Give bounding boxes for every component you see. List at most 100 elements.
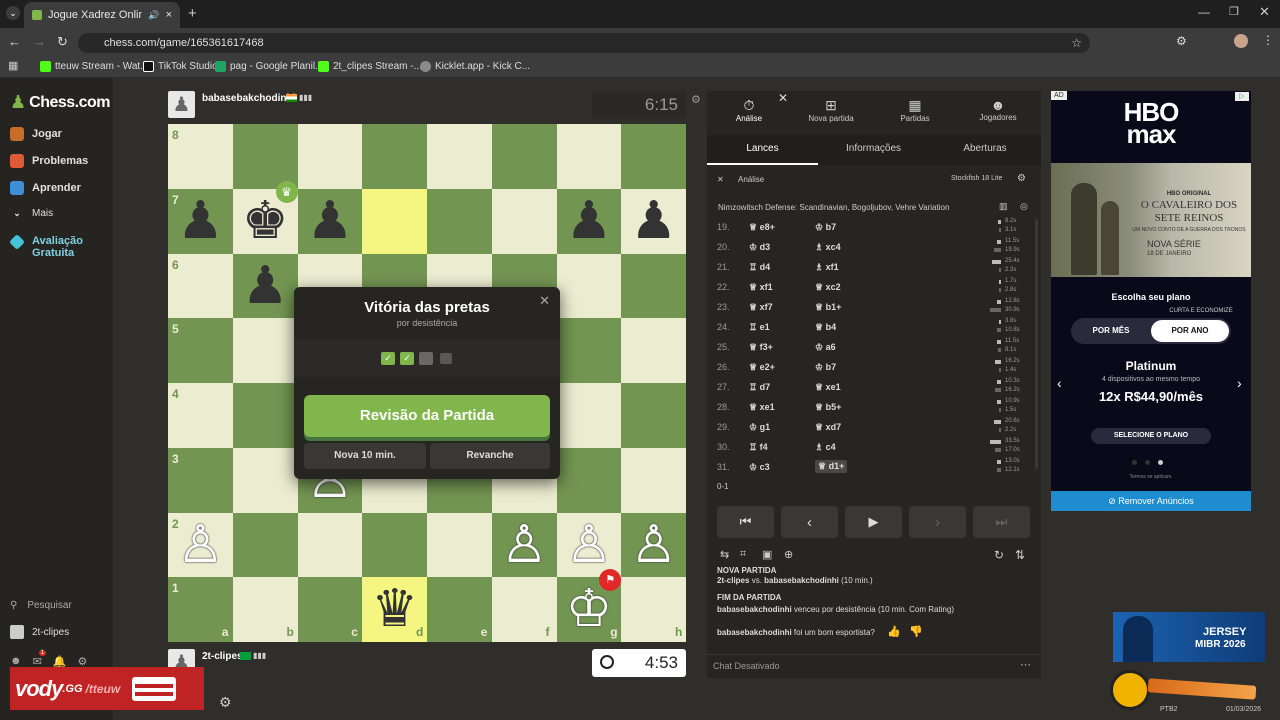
forward-icon[interactable]: → bbox=[33, 34, 46, 49]
close-window-button[interactable]: ✕ bbox=[1259, 4, 1270, 20]
bookmark-1[interactable]: tteuw Stream - Wat... bbox=[40, 61, 149, 72]
share-icon[interactable]: ⇆ bbox=[720, 548, 729, 561]
black-piece-d1[interactable]: ♛ bbox=[362, 577, 427, 641]
hbo-max-ad[interactable]: AD ▷ HBO max HBO ORIGINAL O CAVALEIRO DO… bbox=[1051, 91, 1251, 511]
new-tab-button[interactable]: + bbox=[188, 5, 197, 22]
white-move[interactable]: ♖ d4 bbox=[749, 262, 770, 273]
white-piece-g2[interactable]: ♙ bbox=[557, 513, 622, 577]
black-move[interactable]: ♔ b7 bbox=[815, 362, 836, 373]
flip-board-icon[interactable]: ⇅ bbox=[1015, 548, 1025, 562]
black-move[interactable]: ♕ xc2 bbox=[815, 282, 841, 293]
white-move[interactable]: ♔ g1 bbox=[749, 422, 770, 433]
carousel-dot[interactable] bbox=[1132, 460, 1137, 465]
game-review-button[interactable]: Revisão da Partida bbox=[304, 395, 550, 437]
white-piece-a2[interactable]: ♙ bbox=[168, 513, 233, 577]
analysis-toggle-icon[interactable]: ✕ bbox=[717, 175, 724, 184]
nav-puzzles[interactable]: Problemas bbox=[10, 154, 88, 168]
white-move[interactable]: ♖ d7 bbox=[749, 382, 770, 393]
square-b8[interactable] bbox=[232, 124, 298, 189]
black-piece-a7[interactable]: ♟ bbox=[168, 189, 233, 253]
square-c2[interactable] bbox=[297, 512, 363, 578]
white-move[interactable]: ♕ xf7 bbox=[749, 302, 773, 313]
select-plan-button[interactable]: SELECIONE O PLANO bbox=[1091, 428, 1211, 444]
toggle-month[interactable]: POR MÊS bbox=[1071, 318, 1151, 344]
square-g5[interactable] bbox=[556, 318, 622, 383]
black-move[interactable]: ♕ xe1 bbox=[815, 382, 841, 393]
nav-free-eval[interactable]: Avaliação Gratuita bbox=[9, 234, 92, 259]
square-g4[interactable] bbox=[556, 383, 622, 448]
new-game-button[interactable]: Nova 10 min. bbox=[304, 443, 426, 469]
board-settings-icon[interactable]: ⚙ bbox=[691, 93, 701, 106]
square-d2[interactable] bbox=[362, 512, 427, 578]
bottom-player-name[interactable]: 2t-clipes bbox=[202, 651, 243, 662]
thumbs-down-icon[interactable]: 👎 bbox=[909, 626, 923, 638]
white-move[interactable]: ♕ xe1 bbox=[749, 402, 775, 413]
black-move[interactable]: ♔ a6 bbox=[815, 342, 836, 353]
tab-audio-icon[interactable]: 🔊 bbox=[148, 10, 159, 21]
panel-tab-games[interactable]: ▦ Partidas bbox=[885, 97, 945, 123]
square-h4[interactable] bbox=[621, 383, 686, 448]
white-move[interactable]: ♔ c3 bbox=[749, 462, 770, 473]
white-move[interactable]: ♖ f4 bbox=[749, 442, 768, 453]
move-list-scrollbar[interactable] bbox=[1035, 219, 1038, 469]
white-move[interactable]: ♕ f3+ bbox=[749, 342, 773, 353]
square-h6[interactable] bbox=[621, 253, 686, 319]
square-d7[interactable] bbox=[362, 188, 427, 254]
top-player-avatar[interactable]: ♟ bbox=[168, 91, 195, 118]
black-move[interactable]: ♕ d1+ bbox=[815, 460, 848, 473]
square-b5[interactable] bbox=[232, 318, 298, 383]
square-g3[interactable] bbox=[556, 447, 622, 513]
white-move[interactable]: ♕ e2+ bbox=[749, 362, 775, 373]
bookmark-star-icon[interactable]: ☆ bbox=[1071, 36, 1082, 50]
square-f7[interactable] bbox=[491, 188, 557, 254]
toggle-year[interactable]: POR ANO bbox=[1151, 320, 1229, 342]
square-h3[interactable] bbox=[621, 447, 686, 513]
panel-tab-new-game[interactable]: ⊞ Nova partida bbox=[801, 97, 861, 123]
address-bar[interactable]: chess.com/game/165361617468 ☆ bbox=[78, 33, 1090, 53]
taskbar-settings-icon[interactable]: ⚙ bbox=[219, 694, 232, 711]
nav-play[interactable]: Jogar bbox=[10, 127, 62, 141]
black-move[interactable]: ♗ xf1 bbox=[815, 262, 839, 273]
bookmark-2[interactable]: TikTok Studio bbox=[143, 61, 218, 72]
reset-icon[interactable]: ↻ bbox=[994, 548, 1004, 562]
apps-grid-icon[interactable]: ▦ bbox=[8, 59, 18, 72]
black-move[interactable]: ♕ b5+ bbox=[815, 402, 841, 413]
tab-list-button[interactable]: ⌄ bbox=[6, 6, 20, 20]
next-move-button[interactable]: › bbox=[909, 506, 966, 538]
square-d8[interactable] bbox=[362, 124, 427, 189]
browser-tab[interactable]: Jogue Xadrez Online de GR 🔊 × bbox=[24, 2, 180, 28]
black-move[interactable]: ♕ xd7 bbox=[815, 422, 841, 433]
square-g8[interactable] bbox=[556, 124, 622, 189]
square-h5[interactable] bbox=[621, 318, 686, 383]
square-c8[interactable] bbox=[297, 124, 363, 189]
subtab-openings[interactable]: Aberturas bbox=[929, 135, 1041, 165]
white-move[interactable]: ♖ e1 bbox=[749, 322, 770, 333]
white-piece-h2[interactable]: ♙ bbox=[621, 513, 686, 577]
nav-more[interactable]: ⌄ Mais bbox=[10, 208, 53, 219]
ad-choices-icon[interactable]: ▷ bbox=[1235, 92, 1249, 101]
square-b3[interactable] bbox=[232, 447, 298, 513]
carousel-dot[interactable] bbox=[1145, 460, 1150, 465]
square-b2[interactable] bbox=[232, 512, 298, 578]
tab-close-icon[interactable]: × bbox=[166, 9, 172, 21]
panel-tab-analysis[interactable]: ⏱ Análise bbox=[719, 97, 779, 123]
subtab-info[interactable]: Informações bbox=[818, 135, 929, 165]
thumbs-up-icon[interactable]: 👍 bbox=[887, 626, 901, 638]
square-e7[interactable] bbox=[427, 188, 492, 254]
black-move[interactable]: ♔ b7 bbox=[815, 222, 836, 233]
chat-menu-icon[interactable]: ⋯ bbox=[1020, 658, 1031, 671]
maximize-button[interactable]: ❐ bbox=[1229, 5, 1239, 18]
extensions-icon[interactable]: ⚙ bbox=[1176, 34, 1187, 48]
reload-icon[interactable]: ↻ bbox=[57, 34, 68, 50]
black-move[interactable]: ♗ c4 bbox=[815, 442, 836, 453]
black-piece-b6[interactable]: ♟ bbox=[233, 254, 298, 318]
review-icon[interactable]: ⌗ bbox=[740, 548, 746, 561]
black-piece-g7[interactable]: ♟ bbox=[557, 189, 622, 253]
nav-learn[interactable]: Aprender bbox=[10, 181, 81, 195]
zoom-icon[interactable]: ⊕ bbox=[784, 548, 793, 561]
browser-menu-icon[interactable]: ⋮ bbox=[1262, 33, 1274, 47]
first-move-button[interactable]: ⏮ bbox=[717, 506, 774, 538]
panel-close-icon[interactable]: ✕ bbox=[778, 91, 788, 105]
black-piece-c7[interactable]: ♟ bbox=[298, 189, 363, 253]
play-button[interactable]: ▶ bbox=[845, 506, 902, 538]
